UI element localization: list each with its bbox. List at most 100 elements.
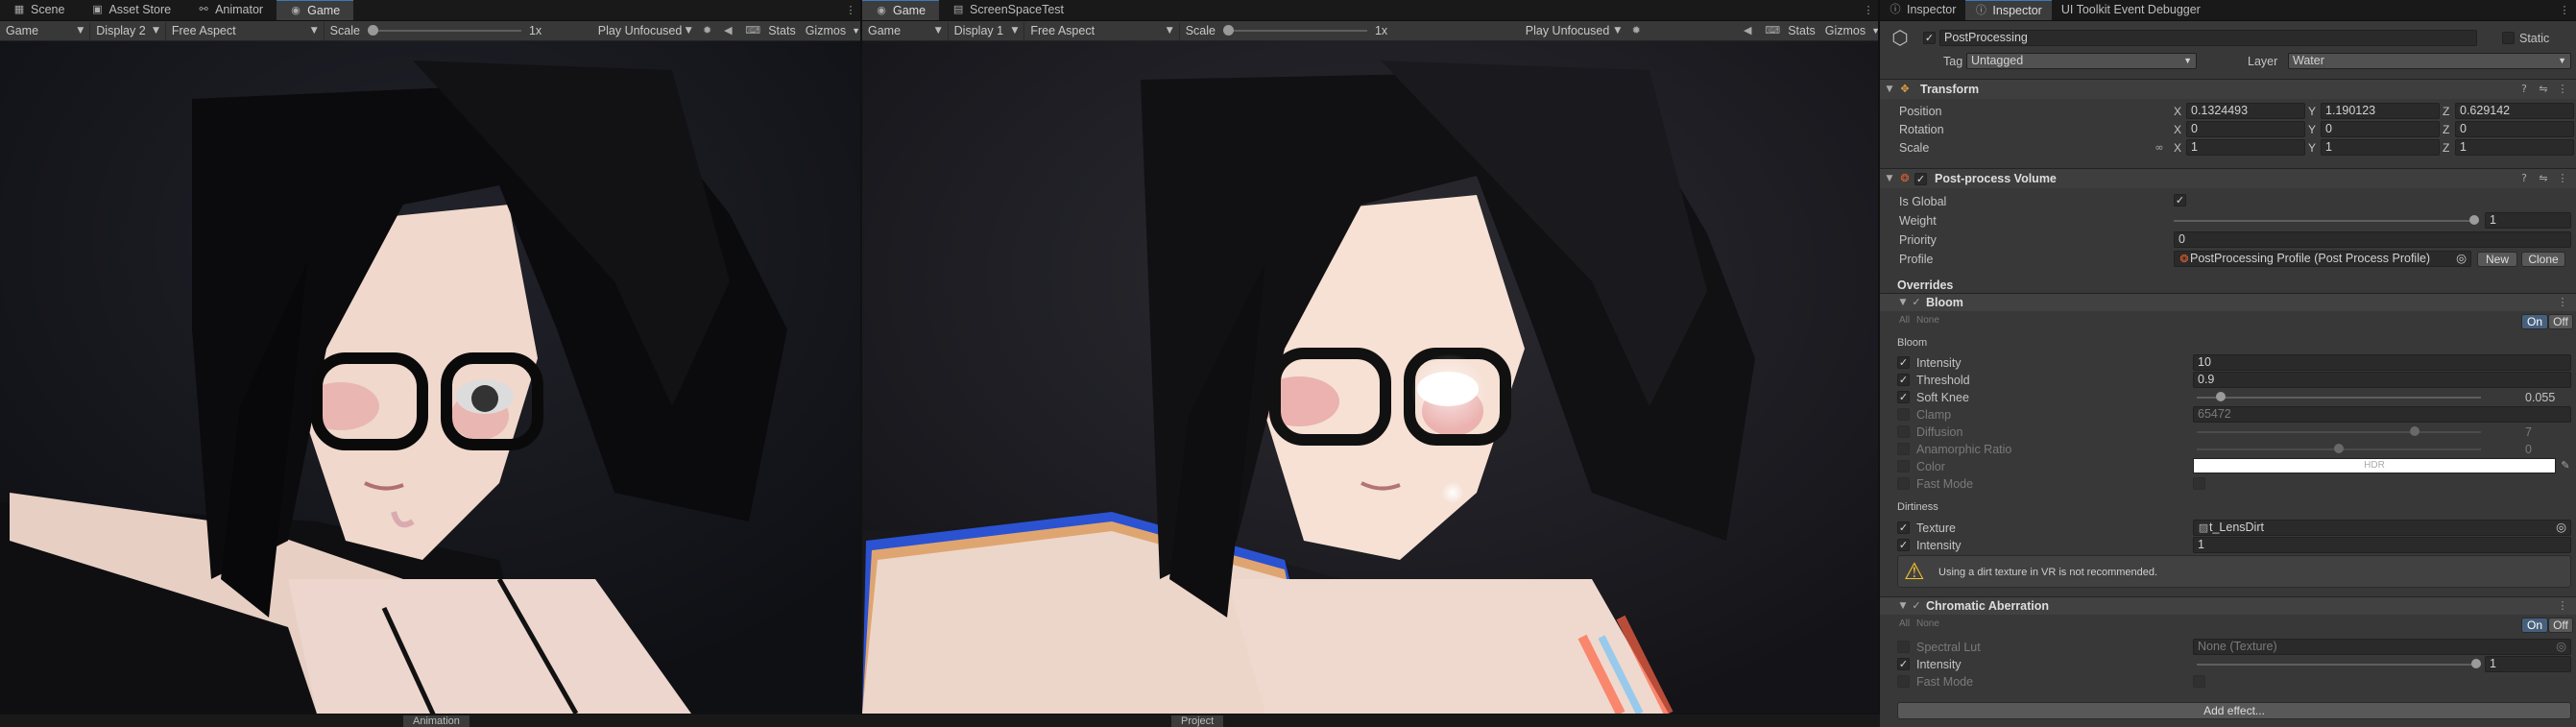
gizmos-button[interactable]: Gizmos [806,24,846,37]
transform-position-x-field[interactable]: 0.1324493 [2186,103,2305,119]
scale-slider[interactable] [1222,25,1367,36]
dirt-intensity-override[interactable]: ✓ [1897,539,1910,551]
keyboard-icon[interactable]: ⌨ [1765,25,1780,36]
bloom-softknee-override[interactable]: ✓ [1897,391,1910,403]
preset-icon[interactable]: ⇋ [2538,173,2549,184]
object-picker-icon[interactable]: ◎ [2556,640,2566,654]
tab-inspector-2[interactable]: ⓘ Inspector [1965,0,2052,20]
bloom-off-button[interactable]: Off [2548,314,2573,329]
help-icon[interactable]: ? [2518,173,2530,184]
is-global-checkbox[interactable]: ✓ [2174,194,2186,206]
active-checkbox[interactable]: ✓ [1923,32,1936,44]
mode-dropdown[interactable]: Game ▼ [0,21,91,40]
play-mode-dropdown[interactable]: Play Unfocused ▼ [1520,22,1627,40]
tab-inspector-1[interactable]: ⓘ Inspector [1880,0,1965,20]
axis-x-label[interactable]: X [2174,105,2181,118]
spectral-lut-field[interactable]: None (Texture) ◎ [2193,639,2571,655]
tab-game-2[interactable]: ◉ Game [862,0,940,20]
scale-slider-knob[interactable] [1222,25,1234,36]
object-name-field[interactable]: PostProcessing [1939,30,2477,46]
kebab-menu-icon[interactable]: ⋮ [2557,297,2568,308]
scale-slider[interactable] [367,25,521,36]
display-dropdown[interactable]: Display 1 ▼ [949,21,1025,40]
add-effect-button[interactable]: Add effect... [1897,702,2571,719]
tab-asset-store[interactable]: ▣ Asset Store [78,0,184,20]
bloom-color-override[interactable] [1897,460,1910,473]
axis-z-label[interactable]: Z [2443,123,2449,136]
transform-scale-x-field[interactable]: 1 [2186,139,2305,156]
transform-scale-z-field[interactable]: 1 [2455,139,2574,156]
stats-button[interactable]: Stats [768,24,796,37]
transform-rotation-y-field[interactable]: 0 [2321,121,2440,137]
chevron-down-icon[interactable]: ▼ [852,26,860,36]
axis-z-label[interactable]: Z [2443,141,2449,155]
tab-animation[interactable]: Animation [403,715,469,727]
bloom-fastmode-override[interactable] [1897,477,1910,490]
axis-z-label[interactable]: Z [2443,105,2449,118]
bloom-all-link[interactable]: All [1899,315,1910,326]
chromatic-on-button[interactable]: On [2521,618,2548,633]
transform-rotation-x-field[interactable]: 0 [2186,121,2305,137]
slider-knob[interactable] [2334,444,2344,453]
bloom-on-button[interactable]: On [2521,314,2548,329]
chromatic-fastmode-checkbox[interactable] [2193,675,2205,688]
keyboard-icon[interactable]: ⌨ [745,25,760,36]
play-mode-dropdown[interactable]: Play Unfocused ▼ [592,22,698,40]
eyedropper-icon[interactable]: ✎ [2560,460,2571,472]
left-game-viewport[interactable] [0,41,860,714]
bloom-color-swatch[interactable]: HDR [2193,458,2556,473]
foldout-arrow-icon[interactable]: ▼ [1897,297,1909,308]
chromatic-intensity-override[interactable]: ✓ [1897,658,1910,670]
audio-icon[interactable]: ◀ [722,25,734,36]
bloom-diffusion-value[interactable]: 7 [2525,425,2532,439]
middle-game-viewport[interactable] [862,41,1880,714]
layer-dropdown[interactable]: Water ▼ [2288,53,2571,69]
transform-position-y-field[interactable]: 1.190123 [2321,103,2440,119]
static-checkbox[interactable] [2502,32,2515,44]
new-profile-button[interactable]: New [2477,252,2517,267]
clone-profile-button[interactable]: Clone [2521,252,2565,267]
bloom-diffusion-override[interactable] [1897,425,1910,438]
bloom-softknee-slider[interactable] [2197,392,2481,401]
volume-header[interactable]: ▼ ❂ ✓ Post-process Volume ? ⇋ ⋮ [1880,168,2576,188]
tab-game[interactable]: ◉ Game [277,0,354,20]
dirt-texture-field[interactable]: ▨t_LensDirt ◎ [2193,520,2571,536]
chromatic-fastmode-override[interactable] [1897,675,1910,688]
transform-position-z-field[interactable]: 0.629142 [2455,103,2574,119]
audio-icon[interactable]: ◀ [1742,25,1753,36]
chromatic-header[interactable]: ▼ ✓ Chromatic Aberration ⋮ [1880,596,2576,615]
constrain-proportions-icon[interactable]: ∞ [2154,142,2165,154]
gizmos-button[interactable]: Gizmos [1825,24,1866,37]
help-icon[interactable]: ? [2518,84,2530,95]
chromatic-none-link[interactable]: None [1916,618,1939,629]
kebab-menu-icon[interactable]: ⋮ [2557,84,2568,95]
scale-slider-knob[interactable] [367,25,378,36]
bloom-intensity-field[interactable]: 10 [2193,354,2571,371]
axis-y-label[interactable]: Y [2308,105,2316,118]
bloom-anamorphic-value[interactable]: 0 [2525,443,2532,456]
bloom-clamp-override[interactable] [1897,408,1910,421]
transform-rotation-z-field[interactable]: 0 [2455,121,2574,137]
kebab-menu-icon[interactable]: ⋮ [2557,600,2568,612]
bloom-threshold-override[interactable]: ✓ [1897,374,1910,386]
slider-knob[interactable] [2471,659,2481,668]
tab-scene[interactable]: ▦ Scene [0,0,78,20]
axis-y-label[interactable]: Y [2308,123,2316,136]
aspect-dropdown[interactable]: Free Aspect ▼ [1024,21,1180,40]
bloom-softknee-value[interactable]: 0.055 [2525,391,2555,404]
mode-dropdown[interactable]: Game ▼ [862,21,949,40]
weight-slider-knob[interactable] [2469,215,2479,225]
stats-button[interactable]: Stats [1788,24,1816,37]
kebab-menu-icon[interactable]: ⋮ [2559,4,2570,16]
weight-slider[interactable] [2174,215,2479,225]
bloom-intensity-override[interactable]: ✓ [1897,356,1910,369]
bloom-header[interactable]: ▼ ✓ Bloom ⋮ [1880,293,2576,311]
dirt-texture-override[interactable]: ✓ [1897,521,1910,534]
tab-ui-toolkit-debugger[interactable]: UI Toolkit Event Debugger [2052,0,2210,20]
bloom-threshold-field[interactable]: 0.9 [2193,372,2571,388]
slider-knob[interactable] [2216,392,2226,401]
chromatic-intensity-field[interactable]: 1 [2485,656,2571,672]
bloom-clamp-field[interactable]: 65472 [2193,406,2571,423]
dirt-intensity-field[interactable]: 1 [2193,537,2571,553]
transform-scale-y-field[interactable]: 1 [2321,139,2440,156]
